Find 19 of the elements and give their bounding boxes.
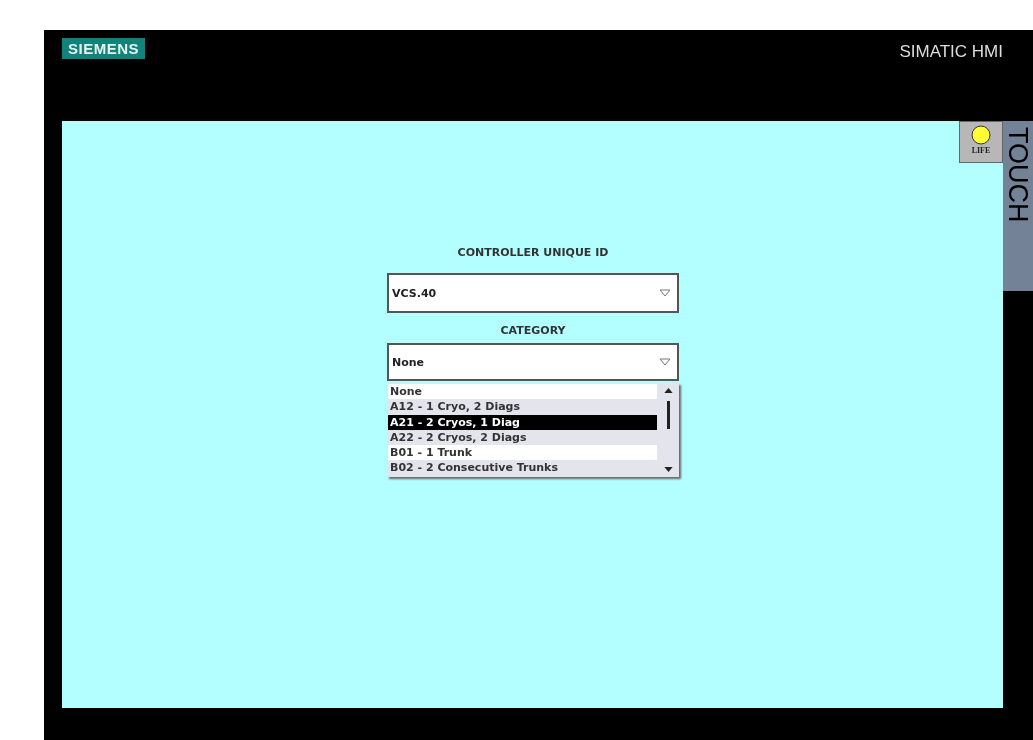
scroll-down-icon[interactable] [663, 467, 673, 472]
category-dropdown[interactable]: None [387, 343, 679, 381]
product-name: SIMATIC HMI [899, 42, 1003, 62]
field-label: CONTROLLER UNIQUE ID [457, 246, 609, 259]
caret-icon [659, 358, 671, 366]
dropdown-option[interactable]: A12 - 1 Cryo, 2 Diags [388, 399, 657, 415]
caret-icon [659, 289, 671, 297]
dropdown-option[interactable]: B02 - 2 Consecutive Trunks [388, 460, 657, 476]
siemens-logo: SIEMENS [62, 38, 145, 59]
dropdown-option[interactable]: None [388, 384, 657, 400]
controller-dropdown[interactable]: VCS.40 [387, 273, 679, 313]
scroll-up-icon[interactable] [663, 388, 673, 393]
life-label: LIFE [971, 146, 991, 155]
dropdown-option[interactable]: A22 - 2 Cryos, 2 Diags [388, 429, 657, 446]
dropdown-option[interactable]: B01 - 1 Trunk [388, 445, 657, 461]
touch-label: TOUCH [1004, 127, 1032, 223]
scrollbar-thumb[interactable] [666, 401, 670, 429]
dropdown-option[interactable]: A21 - 2 Cryos, 1 Diag [388, 414, 657, 430]
field-label: CATEGORY [500, 324, 566, 337]
